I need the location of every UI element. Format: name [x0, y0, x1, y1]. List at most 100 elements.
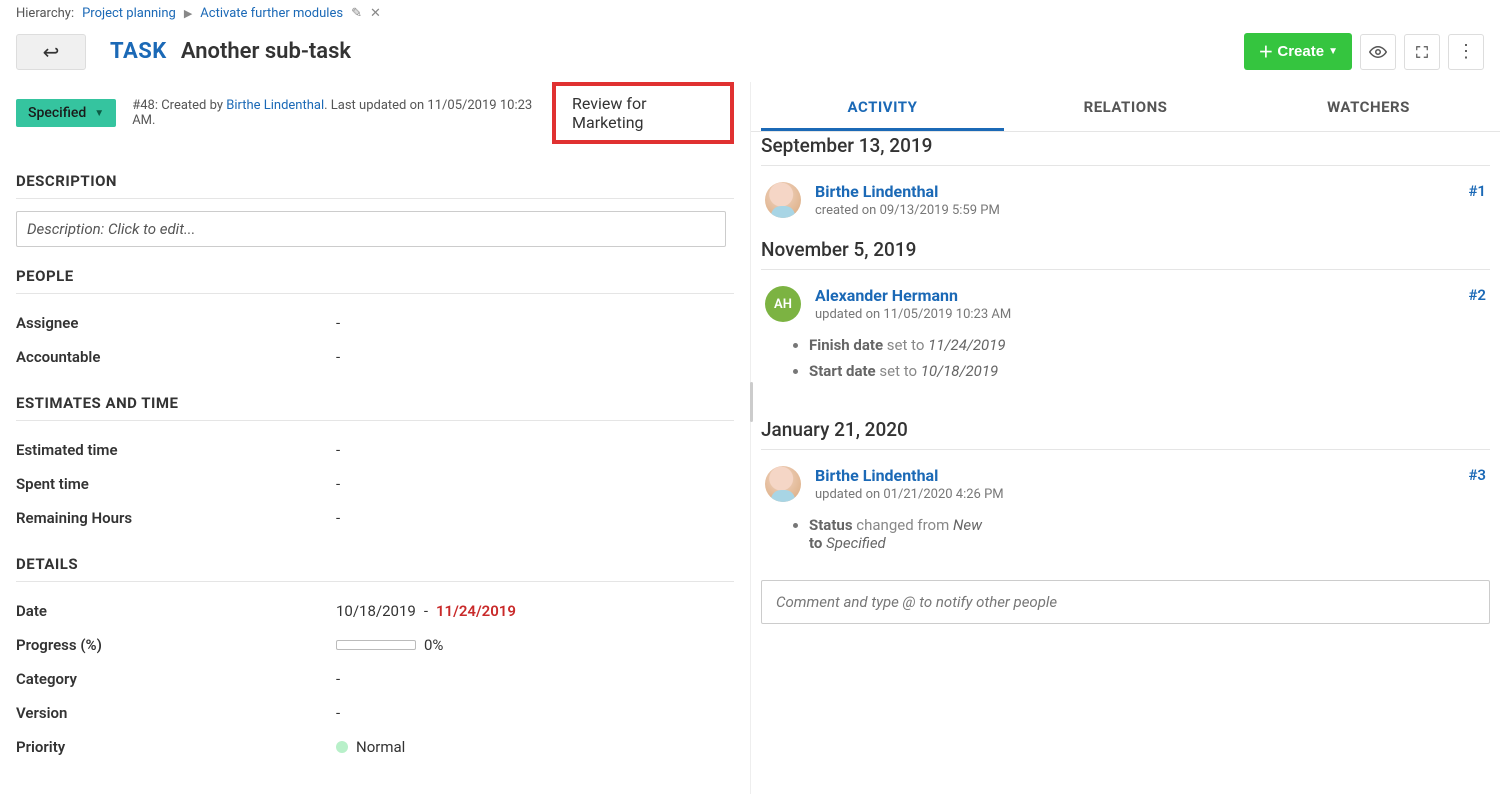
entry-number-link[interactable]: #2 [1468, 286, 1486, 304]
priority-dot-icon [336, 741, 348, 753]
change-value: 10/18/2019 [921, 362, 998, 380]
field-assignee[interactable]: Assignee - [16, 306, 734, 340]
breadcrumb-link-1[interactable]: Activate further modules [200, 6, 343, 21]
chevron-right-icon: ▶ [184, 7, 192, 20]
entry-author-link[interactable]: Alexander Hermann [815, 286, 958, 305]
field-value: - [336, 475, 340, 493]
change-field: Finish date [809, 336, 883, 354]
change-field: Status [809, 516, 853, 534]
change-field: Start date [809, 362, 876, 380]
work-package-type[interactable]: TASK [110, 39, 167, 64]
entry-number-link[interactable]: #3 [1468, 466, 1486, 484]
meta-text: #48: Created by Birthe Lindenthal. Last … [132, 98, 536, 128]
field-value: - [336, 348, 340, 366]
field-estimated-time[interactable]: Estimated time - [16, 433, 734, 467]
date-start: 10/18/2019 [336, 602, 416, 620]
field-value: - [336, 314, 340, 332]
activity-entry: AH Alexander Hermann updated on 11/05/20… [761, 286, 1490, 322]
tab-watchers[interactable]: WATCHERS [1247, 82, 1490, 131]
field-priority[interactable]: Priority Normal [16, 730, 734, 764]
change-item: Finish date set to 11/24/2019 [809, 332, 1490, 358]
work-package-title[interactable]: Another sub-task [181, 39, 351, 64]
field-value: - [336, 509, 340, 527]
priority-value: Normal [356, 738, 405, 756]
edit-icon[interactable]: ✎ [351, 6, 362, 21]
change-verb: set to [879, 362, 917, 380]
tab-relations[interactable]: RELATIONS [1004, 82, 1247, 131]
entry-meta: updated on 01/21/2020 4:26 PM [815, 487, 1004, 502]
status-row: Specified ▼ #48: Created by Birthe Linde… [16, 82, 734, 144]
field-label: Version [16, 704, 336, 722]
field-value: - [336, 704, 340, 722]
field-label: Estimated time [16, 441, 336, 459]
activity-date-header: January 21, 2020 [761, 408, 1490, 450]
comment-input[interactable]: Comment and type @ to notify other peopl… [761, 580, 1490, 624]
divider [16, 293, 734, 294]
divider [16, 198, 734, 199]
field-accountable[interactable]: Accountable - [16, 340, 734, 374]
field-remaining-hours[interactable]: Remaining Hours - [16, 501, 734, 535]
description-input[interactable]: Description: Click to edit... [16, 211, 726, 247]
watch-button[interactable] [1360, 34, 1396, 70]
breadcrumb: Hierarchy: Project planning ▶ Activate f… [0, 0, 1500, 27]
caret-down-icon: ▼ [94, 108, 104, 119]
section-people-title: PEOPLE [16, 267, 734, 285]
avatar[interactable]: AH [765, 286, 801, 322]
entry-author-link[interactable]: Birthe Lindenthal [815, 182, 938, 201]
activity-panel: September 13, 2019 Birthe Lindenthal cre… [751, 132, 1500, 556]
expand-icon [1415, 45, 1429, 59]
breadcrumb-link-0[interactable]: Project planning [82, 6, 176, 21]
change-verb: changed from [856, 516, 949, 534]
change-value2: Specified [826, 534, 886, 552]
change-verb: set to [887, 336, 925, 354]
create-button[interactable]: ＋ Create ▼ [1244, 33, 1352, 70]
header-row: ↩ TASK Another sub-task ＋ Create ▼ ⋮ [0, 27, 1500, 82]
more-button[interactable]: ⋮ [1448, 34, 1484, 70]
create-button-label: Create [1277, 43, 1324, 60]
field-progress[interactable]: Progress (%) 0% [16, 628, 734, 662]
eye-icon [1369, 43, 1387, 61]
back-button[interactable]: ↩ [16, 34, 86, 70]
field-version[interactable]: Version - [16, 696, 734, 730]
field-value: 10/18/2019 - 11/24/2019 [336, 602, 516, 620]
right-pane: ACTIVITY RELATIONS WATCHERS September 13… [750, 82, 1500, 794]
author-link[interactable]: Birthe Lindenthal [226, 98, 324, 113]
change-value: 11/24/2019 [928, 336, 1005, 354]
field-value: Normal [336, 738, 405, 756]
tab-activity[interactable]: ACTIVITY [761, 82, 1004, 131]
avatar[interactable] [765, 182, 801, 218]
fullscreen-button[interactable] [1404, 34, 1440, 70]
activity-date-header: November 5, 2019 [761, 228, 1490, 270]
change-list: Finish date set to 11/24/2019 Start date… [809, 332, 1490, 384]
field-category[interactable]: Category - [16, 662, 734, 696]
field-value: - [336, 441, 340, 459]
field-label: Progress (%) [16, 636, 336, 654]
field-label: Date [16, 602, 336, 620]
field-value: - [336, 670, 340, 688]
entry-number-link[interactable]: #1 [1468, 182, 1486, 200]
progress-bar [336, 640, 416, 650]
entry-author-link[interactable]: Birthe Lindenthal [815, 466, 938, 485]
field-label: Category [16, 670, 336, 688]
section-description-title: DESCRIPTION [16, 172, 734, 190]
splitter-handle[interactable] [750, 382, 753, 422]
review-label: Review for Marketing [572, 94, 646, 132]
entry-meta: created on 09/13/2019 5:59 PM [815, 203, 1000, 218]
field-spent-time[interactable]: Spent time - [16, 467, 734, 501]
field-value: 0% [336, 636, 443, 654]
caret-down-icon: ▼ [1328, 46, 1338, 57]
section-estimates-title: ESTIMATES AND TIME [16, 394, 734, 412]
divider [16, 581, 734, 582]
status-dropdown[interactable]: Specified ▼ [16, 99, 116, 127]
field-date[interactable]: Date 10/18/2019 - 11/24/2019 [16, 594, 734, 628]
avatar[interactable] [765, 466, 801, 502]
activity-entry: Birthe Lindenthal updated on 01/21/2020 … [761, 466, 1490, 502]
field-label: Spent time [16, 475, 336, 493]
date-sep: - [424, 602, 428, 620]
close-icon[interactable]: ✕ [370, 6, 381, 21]
progress-value: 0% [424, 636, 443, 654]
left-pane: Specified ▼ #48: Created by Birthe Linde… [0, 82, 750, 794]
status-value: Specified [28, 105, 86, 121]
meta-prefix: #48: Created by [132, 98, 226, 113]
section-details-title: DETAILS [16, 555, 734, 573]
